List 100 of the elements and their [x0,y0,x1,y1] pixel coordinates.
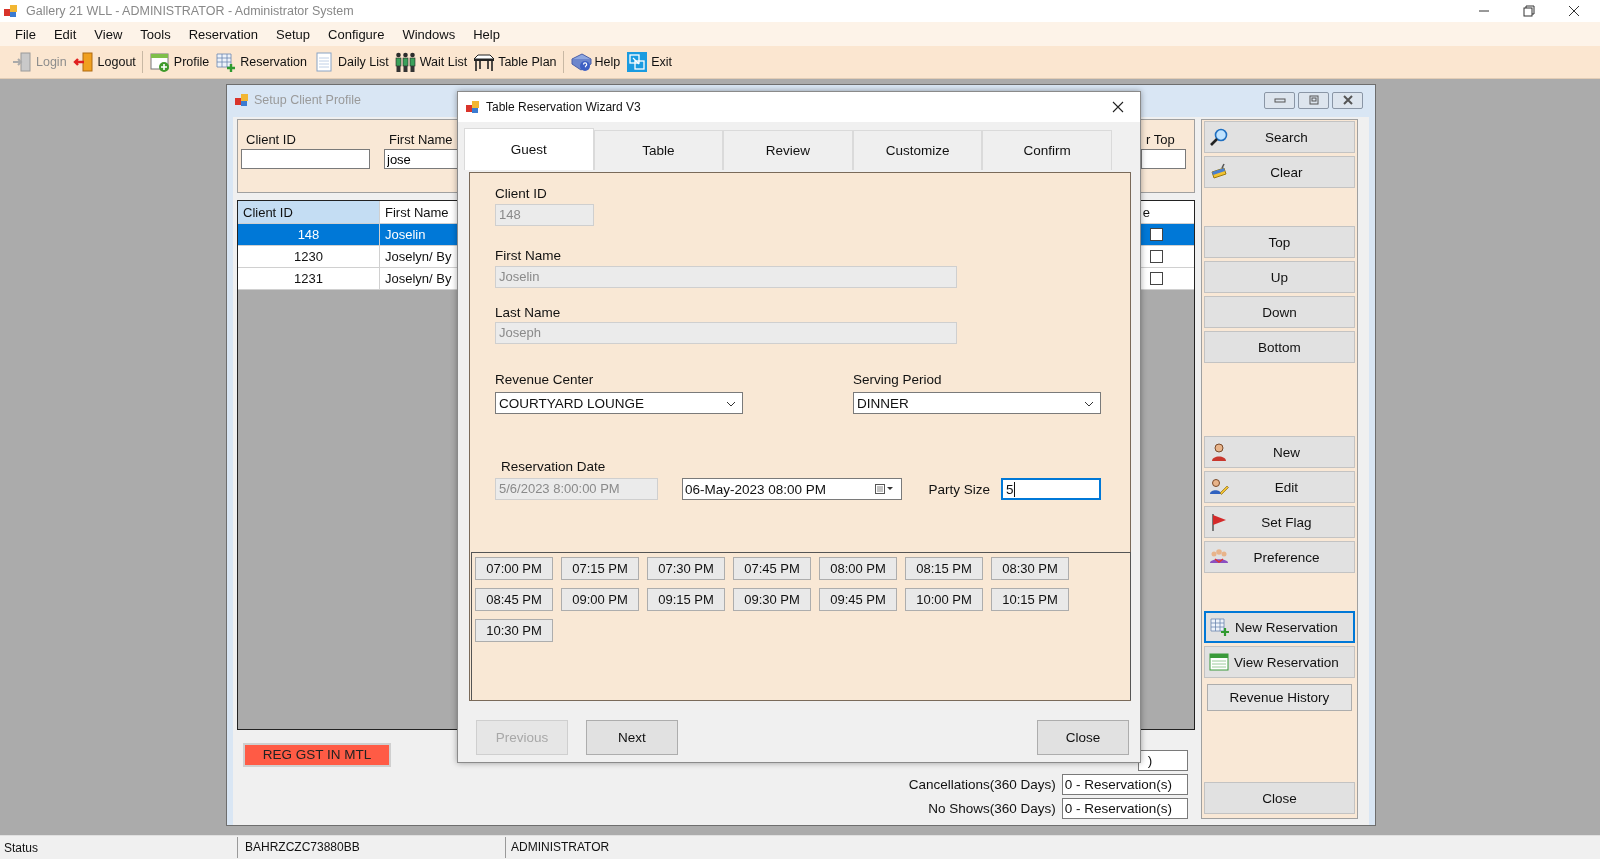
window-title: Gallery 21 WLL - ADMINISTRATOR - Administrator System [26,4,354,18]
time-slot-button[interactable]: 10:00 PM [905,588,983,611]
grid-plus-icon [215,51,238,73]
action-button[interactable]: Clear [1203,156,1355,188]
checkbox[interactable] [1149,250,1163,263]
close-icon[interactable] [1112,101,1124,113]
menu-item[interactable]: Tools [131,26,180,42]
time-slot-button[interactable]: 08:15 PM [905,557,983,580]
field-label: r Top [1146,131,1176,149]
table-cell: 1231 [238,268,380,289]
restore-icon[interactable] [1523,5,1535,17]
action-button[interactable]: Up [1203,261,1355,293]
action-button[interactable]: Edit [1203,471,1355,503]
checkbox[interactable] [1149,272,1163,285]
field-label: Client ID [246,131,297,149]
menu-item[interactable]: Help [464,26,509,42]
minimize-icon [1273,96,1286,104]
time-slot-button[interactable]: 10:30 PM [475,619,553,642]
caret-icon [726,401,736,407]
person-pencil-icon [1208,477,1229,497]
wizard-button[interactable]: Close [1037,720,1129,755]
action-button[interactable]: New Reservation [1203,611,1355,643]
input-field[interactable] [1141,149,1186,169]
menu-item[interactable]: File [6,26,45,42]
toolbar-button[interactable]: Reservation [212,48,310,76]
input-field[interactable] [241,149,370,169]
action-button[interactable]: Down [1203,296,1355,328]
action-button[interactable]: Bottom [1203,331,1355,363]
time-slot-button[interactable]: 08:00 PM [819,557,897,580]
close-button[interactable] [1332,91,1363,109]
field-label: Party Size [928,481,990,497]
party-size-field[interactable]: 5 [1001,478,1101,500]
tab[interactable]: Confirm [982,130,1112,170]
time-slot-button[interactable]: 08:45 PM [475,588,553,611]
time-slot-button[interactable]: 10:15 PM [991,588,1069,611]
time-slot-button[interactable]: 09:45 PM [819,588,897,611]
field-label: Client ID [495,185,547,203]
serving-period-dropdown[interactable]: DINNER [853,392,1101,414]
menu-item[interactable]: Edit [44,26,86,42]
search-icon [1208,127,1229,147]
time-slot-button[interactable]: 09:30 PM [733,588,811,611]
status-text: ADMINISTRATOR [505,837,610,858]
time-slot-button[interactable]: 07:45 PM [733,557,811,580]
exit-icon [626,51,649,73]
toolbar-button[interactable]: Profile [145,48,213,76]
action-button[interactable]: Revenue History [1206,684,1352,711]
toolbar-button[interactable]: Daily List [309,48,392,76]
field-label: Revenue Center [495,371,594,389]
column-header[interactable]: Client ID [238,201,380,223]
time-slot-button[interactable]: 07:00 PM [475,557,553,580]
window-plus-icon [148,51,171,73]
tab[interactable]: Guest [464,128,594,170]
tab[interactable]: Table [593,130,724,170]
action-button[interactable]: Set Flag [1203,506,1355,538]
menu-item[interactable]: Reservation [179,26,268,42]
field-label: Reservation Date [501,458,606,476]
toolbar-button[interactable]: Help [566,48,624,76]
first-name-field: Joselin [495,266,957,288]
stat-field: 0 - Reservation(s) [1061,774,1188,795]
time-slot-button[interactable]: 07:30 PM [647,557,725,580]
dialog-title: Table Reservation Wizard V3 [486,100,641,114]
action-button[interactable]: Close [1203,782,1355,814]
action-button[interactable]: Top [1203,226,1355,258]
toolbar-button[interactable]: Logout [69,48,139,76]
action-button[interactable]: New [1203,436,1355,468]
menu-item[interactable]: Windows [393,26,465,42]
table-cell: 148 [238,224,380,245]
revenue-center-dropdown[interactable]: COURTYARD LOUNGE [495,392,743,414]
tab[interactable]: Review [723,130,853,170]
last-name-field: Joseph [495,322,957,344]
action-button[interactable]: Preference [1203,541,1355,573]
grid-plus-icon [1209,617,1230,637]
time-slot-button[interactable]: 08:30 PM [991,557,1069,580]
reservation-date-field: 5/6/2023 8:00:00 PM [495,478,658,500]
window-title: Setup Client Profile [254,93,361,107]
table-cell: 1230 [238,246,380,267]
stat-field: ) [1137,750,1188,771]
menu-item[interactable]: Configure [319,26,394,42]
tab[interactable]: Customize [852,130,983,170]
time-slot-button[interactable]: 07:15 PM [561,557,639,580]
time-slot-button[interactable]: 09:15 PM [647,588,725,611]
toolbar-button[interactable]: Table Plan [470,48,560,76]
calendar-icon [875,484,893,494]
toolbar-button[interactable]: Exit [623,48,676,76]
time-slot-button[interactable]: 09:00 PM [561,588,639,611]
field-label: First Name [389,131,454,149]
maximize-icon [1307,95,1320,105]
action-button[interactable]: View Reservation [1203,646,1355,678]
app-icon [466,100,480,114]
field-label: Last Name [495,304,561,322]
close-icon[interactable] [1568,5,1580,17]
wizard-button[interactable]: Next [586,720,678,755]
action-button[interactable]: Search [1203,121,1355,153]
toolbar-button[interactable]: Wait List [391,48,471,76]
menu-item[interactable]: Setup [267,26,320,42]
checkbox[interactable] [1149,228,1163,241]
status-text: Status [3,840,40,855]
client-id-field: 148 [495,204,594,226]
menu-item[interactable]: View [85,26,132,42]
brush-icon [1208,162,1229,182]
